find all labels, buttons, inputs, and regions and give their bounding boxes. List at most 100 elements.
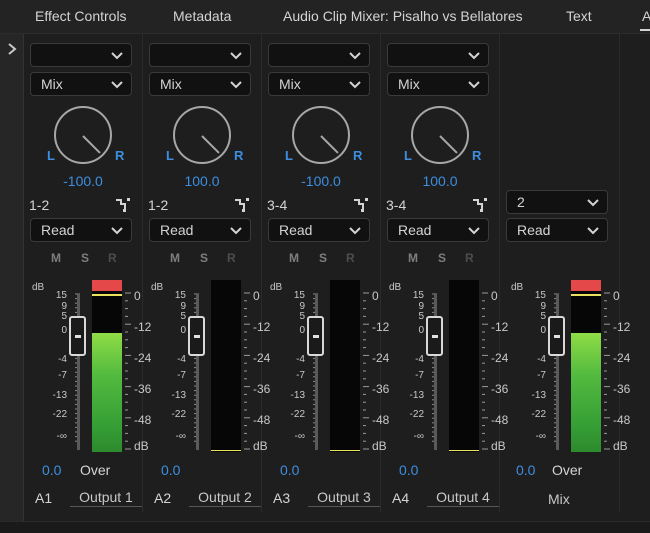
effects-mode-value: Mix: [160, 76, 182, 92]
effects-mode-dropdown[interactable]: Mix: [387, 72, 489, 96]
record-button[interactable]: R: [346, 251, 355, 265]
volume-fader-handle[interactable]: [188, 316, 205, 356]
master-automation-dropdown[interactable]: Read: [506, 218, 608, 242]
input-dropdown[interactable]: [268, 43, 370, 67]
fader-scale-label: -7: [296, 370, 305, 381]
tab-metadata[interactable]: Metadata: [173, 8, 231, 24]
fader-scale-label: 0: [61, 325, 67, 336]
automation-mode-dropdown[interactable]: Read: [387, 218, 489, 242]
fader-scale-label: -13: [409, 390, 424, 401]
fader-grip: [432, 335, 438, 338]
panel-tab-bar: Effect Controls Metadata Audio Clip Mixe…: [0, 0, 650, 34]
master-channels-dropdown[interactable]: 2: [506, 190, 608, 214]
pan-knob-indicator: [320, 135, 339, 154]
keyframe-toggle-icon[interactable]: [234, 197, 250, 218]
keyframe-toggle-icon[interactable]: [472, 197, 488, 218]
peak-indicator: [571, 280, 601, 291]
pan-value[interactable]: 100.0: [167, 173, 237, 189]
meter-scale-label: 0: [491, 289, 498, 303]
volume-fader-handle[interactable]: [307, 316, 324, 356]
fader-scale-label: 15: [412, 290, 424, 301]
effects-mode-dropdown[interactable]: Mix: [149, 72, 251, 96]
solo-button[interactable]: S: [81, 251, 89, 265]
input-dropdown[interactable]: [30, 43, 132, 67]
channel-routing-label: 1-2: [148, 197, 169, 213]
volume-fader-handle[interactable]: [69, 316, 86, 356]
fader-scale-label: -22: [290, 409, 305, 420]
fader-scale-label: -7: [415, 370, 424, 381]
master-volume-value[interactable]: 0.0: [516, 462, 535, 478]
fader-scale-label: -13: [52, 390, 67, 401]
volume-value[interactable]: 0.0: [42, 462, 61, 478]
input-dropdown[interactable]: [149, 43, 251, 67]
output-assignment[interactable]: Output 2: [189, 489, 261, 507]
volume-value[interactable]: 0.0: [161, 462, 180, 478]
meter-scale-label: -48: [613, 413, 631, 427]
output-assignment[interactable]: Output 4: [427, 489, 499, 507]
tab-effect-controls[interactable]: Effect Controls: [35, 8, 127, 24]
tab-audio-track-mixer[interactable]: A: [642, 8, 650, 24]
fader-scale-label: -∞: [175, 431, 186, 442]
fader-scale-label: -7: [177, 370, 186, 381]
tab-text[interactable]: Text: [566, 8, 592, 24]
effects-mode-dropdown[interactable]: Mix: [30, 72, 132, 96]
fader-scale-label: -∞: [535, 431, 546, 442]
output-assignment[interactable]: Output 3: [308, 489, 380, 507]
fader-grip: [75, 335, 81, 338]
solo-button[interactable]: S: [319, 251, 327, 265]
volume-value[interactable]: 0.0: [280, 462, 299, 478]
mute-button[interactable]: M: [170, 251, 180, 265]
master-mix-label: Mix: [548, 491, 570, 507]
pan-value[interactable]: -100.0: [48, 173, 118, 189]
level-meter-master: [571, 280, 601, 452]
pan-knob[interactable]: [411, 106, 469, 164]
channel-routing-label: 1-2: [29, 197, 50, 213]
meter-scale-label: -24: [613, 351, 631, 365]
automation-mode-dropdown[interactable]: Read: [268, 218, 370, 242]
record-button[interactable]: R: [227, 251, 236, 265]
mute-button[interactable]: M: [408, 251, 418, 265]
fader-scale-label: -∞: [56, 431, 67, 442]
volume-fader-handle[interactable]: [548, 316, 565, 356]
tab-audio-clip-mixer[interactable]: Audio Clip Mixer: Pisalho vs Bellatores: [283, 8, 523, 24]
pan-knob-indicator: [439, 135, 458, 154]
output-assignment[interactable]: Output 1: [70, 489, 142, 507]
pan-knob-indicator: [82, 135, 101, 154]
pan-right-label: R: [234, 148, 244, 163]
mute-button[interactable]: M: [289, 251, 299, 265]
effects-mode-dropdown[interactable]: Mix: [268, 72, 370, 96]
solo-button[interactable]: S: [200, 251, 208, 265]
effects-mode-value: Mix: [41, 76, 63, 92]
automation-mode-dropdown[interactable]: Read: [149, 218, 251, 242]
automation-mode-dropdown[interactable]: Read: [30, 218, 132, 242]
pan-knob[interactable]: [54, 106, 112, 164]
solo-button[interactable]: S: [438, 251, 446, 265]
mute-button[interactable]: M: [51, 251, 61, 265]
keyframe-toggle-icon[interactable]: [115, 197, 131, 218]
fader-scale-label: -7: [58, 370, 67, 381]
pan-right-label: R: [115, 148, 125, 163]
fader-scale-label: 5: [418, 311, 424, 322]
input-dropdown[interactable]: [387, 43, 489, 67]
pan-knob[interactable]: [173, 106, 231, 164]
pan-knob-indicator: [201, 135, 220, 154]
automation-mode-value: Read: [41, 222, 75, 238]
volume-fader-handle[interactable]: [426, 316, 443, 356]
record-button[interactable]: R: [108, 251, 117, 265]
fader-scale-label: -13: [171, 390, 186, 401]
meter-scale-label: 0: [613, 289, 620, 303]
pan-value[interactable]: -100.0: [286, 173, 356, 189]
meter-level-fill: [571, 333, 601, 452]
fader-scale-label: -4: [296, 354, 305, 365]
track-name: A4: [392, 490, 410, 506]
active-tab-indicator: [640, 29, 650, 31]
pan-value[interactable]: 100.0: [405, 173, 475, 189]
meter-scale-label: 0: [372, 289, 379, 303]
meter-ticks: [482, 292, 488, 450]
keyframe-toggle-icon[interactable]: [353, 197, 369, 218]
meter-scale-label: 0: [253, 289, 260, 303]
pan-knob[interactable]: [292, 106, 350, 164]
volume-value[interactable]: 0.0: [399, 462, 418, 478]
expand-effects-button[interactable]: [0, 34, 24, 522]
record-button[interactable]: R: [465, 251, 474, 265]
